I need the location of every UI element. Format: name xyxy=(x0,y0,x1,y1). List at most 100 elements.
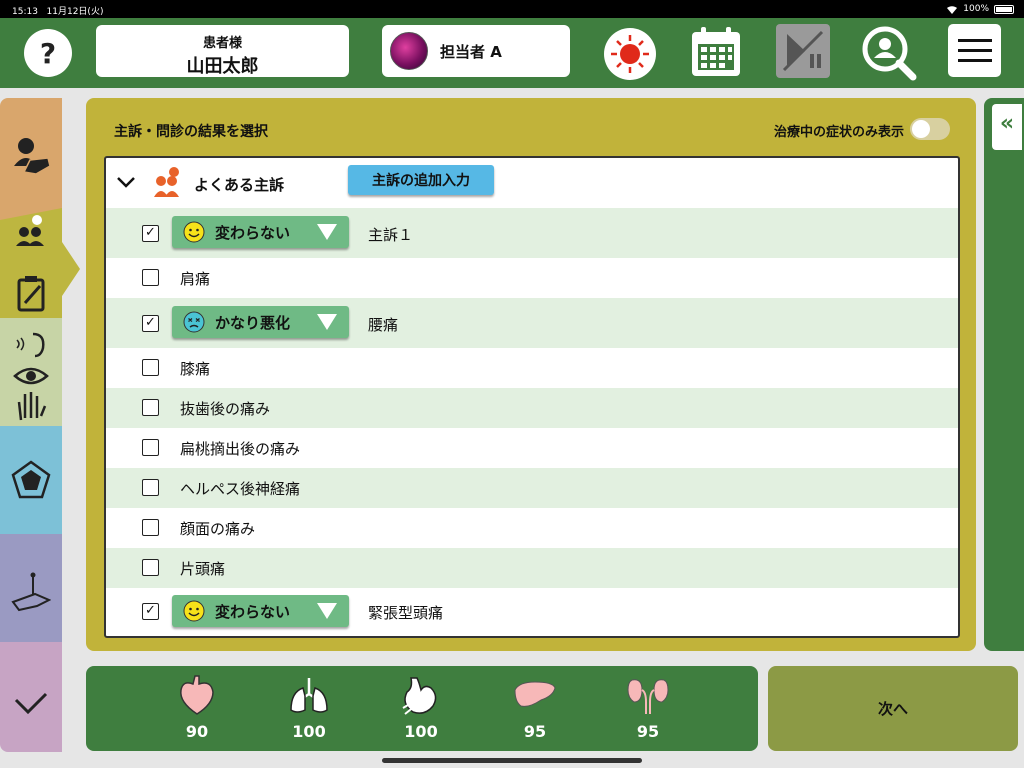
patient-label: 患者様 xyxy=(202,36,242,51)
row-label: 片頭痛 xyxy=(180,560,226,578)
staff-name: 担当者 A xyxy=(440,42,502,61)
heart-icon xyxy=(180,675,214,715)
status-label: 変わらない xyxy=(215,224,291,242)
list-item[interactable]: ✓ 変わらない 緊張型頭痛 xyxy=(106,588,958,636)
row-checkbox[interactable] xyxy=(142,519,159,536)
sidebar-tab-confirm[interactable] xyxy=(0,642,62,752)
metric-kidneys[interactable]: 95 xyxy=(613,666,683,751)
expand-left-icon[interactable]: « xyxy=(992,104,1022,150)
list-item[interactable]: 顔面の痛み xyxy=(106,508,958,548)
hand-person-icon xyxy=(14,138,51,175)
treating-only-toggle[interactable] xyxy=(910,118,950,140)
row-label: 肩痛 xyxy=(180,270,211,288)
list-item[interactable]: 抜歯後の痛み xyxy=(106,388,958,428)
right-panel-tab[interactable]: « xyxy=(984,98,1024,651)
battery-percent: 100% xyxy=(963,4,989,14)
patient-card[interactable]: 患者様 山田太郎 xyxy=(96,25,349,77)
complaint-panel: 主訴・問診の結果を選択 治療中の症状のみ表示 よくある主訴 主訴の追加入力 ✓ … xyxy=(86,98,976,651)
metric-value: 100 xyxy=(292,722,326,741)
metric-value: 95 xyxy=(636,722,660,741)
section-title: よくある主訴 xyxy=(194,176,285,194)
status-dropdown[interactable]: かなり悪化 xyxy=(172,306,349,338)
list-item[interactable]: ✓ かなり悪化 腰痛 xyxy=(106,298,958,348)
section-header[interactable]: よくある主訴 主訴の追加入力 xyxy=(106,158,958,208)
metric-value: 90 xyxy=(185,722,209,741)
help-label: ? xyxy=(39,36,57,70)
sidebar-tab-senses[interactable] xyxy=(0,318,62,426)
add-complaint-button[interactable]: 主訴の追加入力 xyxy=(348,165,494,195)
row-label: ヘルペス後神経痛 xyxy=(180,480,301,498)
metric-value: 95 xyxy=(523,722,547,741)
app-header: ? 患者様 山田太郎 担当者 A xyxy=(0,18,1024,88)
row-checkbox[interactable] xyxy=(142,559,159,576)
row-label: 顔面の痛み xyxy=(180,520,256,538)
status-date: 11月12日(火) xyxy=(46,7,104,17)
lungs-icon xyxy=(290,678,328,713)
metric-stomach[interactable]: 100 xyxy=(386,666,456,751)
status-right: 100% xyxy=(946,4,1014,14)
status-label: 変わらない xyxy=(215,603,291,621)
next-button[interactable]: 次へ xyxy=(768,666,1018,751)
home-indicator xyxy=(382,758,642,763)
sidebar-tab-consult[interactable] xyxy=(0,208,82,330)
panel-title: 主訴・問診の結果を選択 xyxy=(114,124,268,140)
chevron-down-icon[interactable] xyxy=(116,172,136,192)
dizzy-face-icon xyxy=(183,311,205,333)
list-item[interactable]: 肩痛 xyxy=(106,258,958,298)
needle-hand-icon xyxy=(11,572,51,612)
calendar-icon[interactable] xyxy=(688,24,744,80)
wifi-icon xyxy=(947,5,958,14)
list-item[interactable]: ヘルペス後神経痛 xyxy=(106,468,958,508)
sidebar-tab-radar[interactable] xyxy=(0,426,62,534)
row-label: 抜歯後の痛み xyxy=(180,400,271,418)
row-checkbox[interactable] xyxy=(142,439,159,456)
row-checkbox[interactable]: ✓ xyxy=(142,225,159,242)
ear-eye-hand-icon xyxy=(13,332,49,421)
status-bar: 15:13 11月12日(火) 100% xyxy=(0,0,1024,18)
row-checkbox[interactable]: ✓ xyxy=(142,603,159,620)
list-item[interactable]: 片頭痛 xyxy=(106,548,958,588)
play-pause-icon[interactable] xyxy=(776,24,830,78)
row-label: 緊張型頭痛 xyxy=(368,604,444,622)
list-item[interactable]: ✓ 変わらない 主訴１ xyxy=(106,208,958,258)
status-dropdown[interactable]: 変わらない xyxy=(172,216,349,248)
metric-heart[interactable]: 90 xyxy=(162,666,232,751)
smile-icon xyxy=(183,600,205,622)
row-checkbox[interactable]: ✓ xyxy=(142,315,159,332)
pentagon-chart-icon xyxy=(11,460,51,499)
list-item[interactable]: 膝痛 xyxy=(106,348,958,388)
toggle-knob xyxy=(912,120,930,138)
patient-name: 山田太郎 xyxy=(186,56,259,77)
checkmark-icon xyxy=(14,692,48,715)
complaint-list: よくある主訴 主訴の追加入力 ✓ 変わらない 主訴１ 肩痛 ✓ かなり悪化 腰痛 xyxy=(104,156,960,638)
row-checkbox[interactable] xyxy=(142,479,159,496)
metric-liver[interactable]: 95 xyxy=(500,666,570,751)
metric-lungs[interactable]: 100 xyxy=(274,666,344,751)
dropdown-arrow-icon xyxy=(317,603,337,619)
row-checkbox[interactable] xyxy=(142,399,159,416)
status-dropdown[interactable]: 変わらない xyxy=(172,595,349,627)
help-button[interactable]: ? xyxy=(24,29,72,77)
status-time: 15:13 xyxy=(12,7,38,17)
vital-metrics-bar: 90 100 100 95 95 xyxy=(86,666,758,751)
status-label: かなり悪化 xyxy=(215,314,291,332)
status-time-date: 15:13 11月12日(火) xyxy=(12,4,103,17)
hamburger-icon xyxy=(957,38,992,62)
liver-icon xyxy=(514,681,556,707)
sidebar-tab-hand-over[interactable] xyxy=(0,98,62,220)
row-checkbox[interactable] xyxy=(142,269,159,286)
menu-button[interactable] xyxy=(948,24,1001,77)
sidebar-tab-acupuncture[interactable] xyxy=(0,534,62,642)
row-label: 腰痛 xyxy=(368,316,399,334)
row-label: 扁桃摘出後の痛み xyxy=(180,440,301,458)
user-search-icon[interactable] xyxy=(860,24,920,84)
dropdown-arrow-icon xyxy=(317,224,337,240)
dropdown-arrow-icon xyxy=(317,314,337,330)
kidneys-icon xyxy=(627,679,669,714)
sun-icon[interactable] xyxy=(602,26,658,82)
staff-avatar xyxy=(390,32,428,70)
staff-card[interactable]: 担当者 A xyxy=(382,25,570,77)
list-item[interactable]: 扁桃摘出後の痛み xyxy=(106,428,958,468)
row-checkbox[interactable] xyxy=(142,359,159,376)
toggle-label: 治療中の症状のみ表示 xyxy=(773,125,904,140)
